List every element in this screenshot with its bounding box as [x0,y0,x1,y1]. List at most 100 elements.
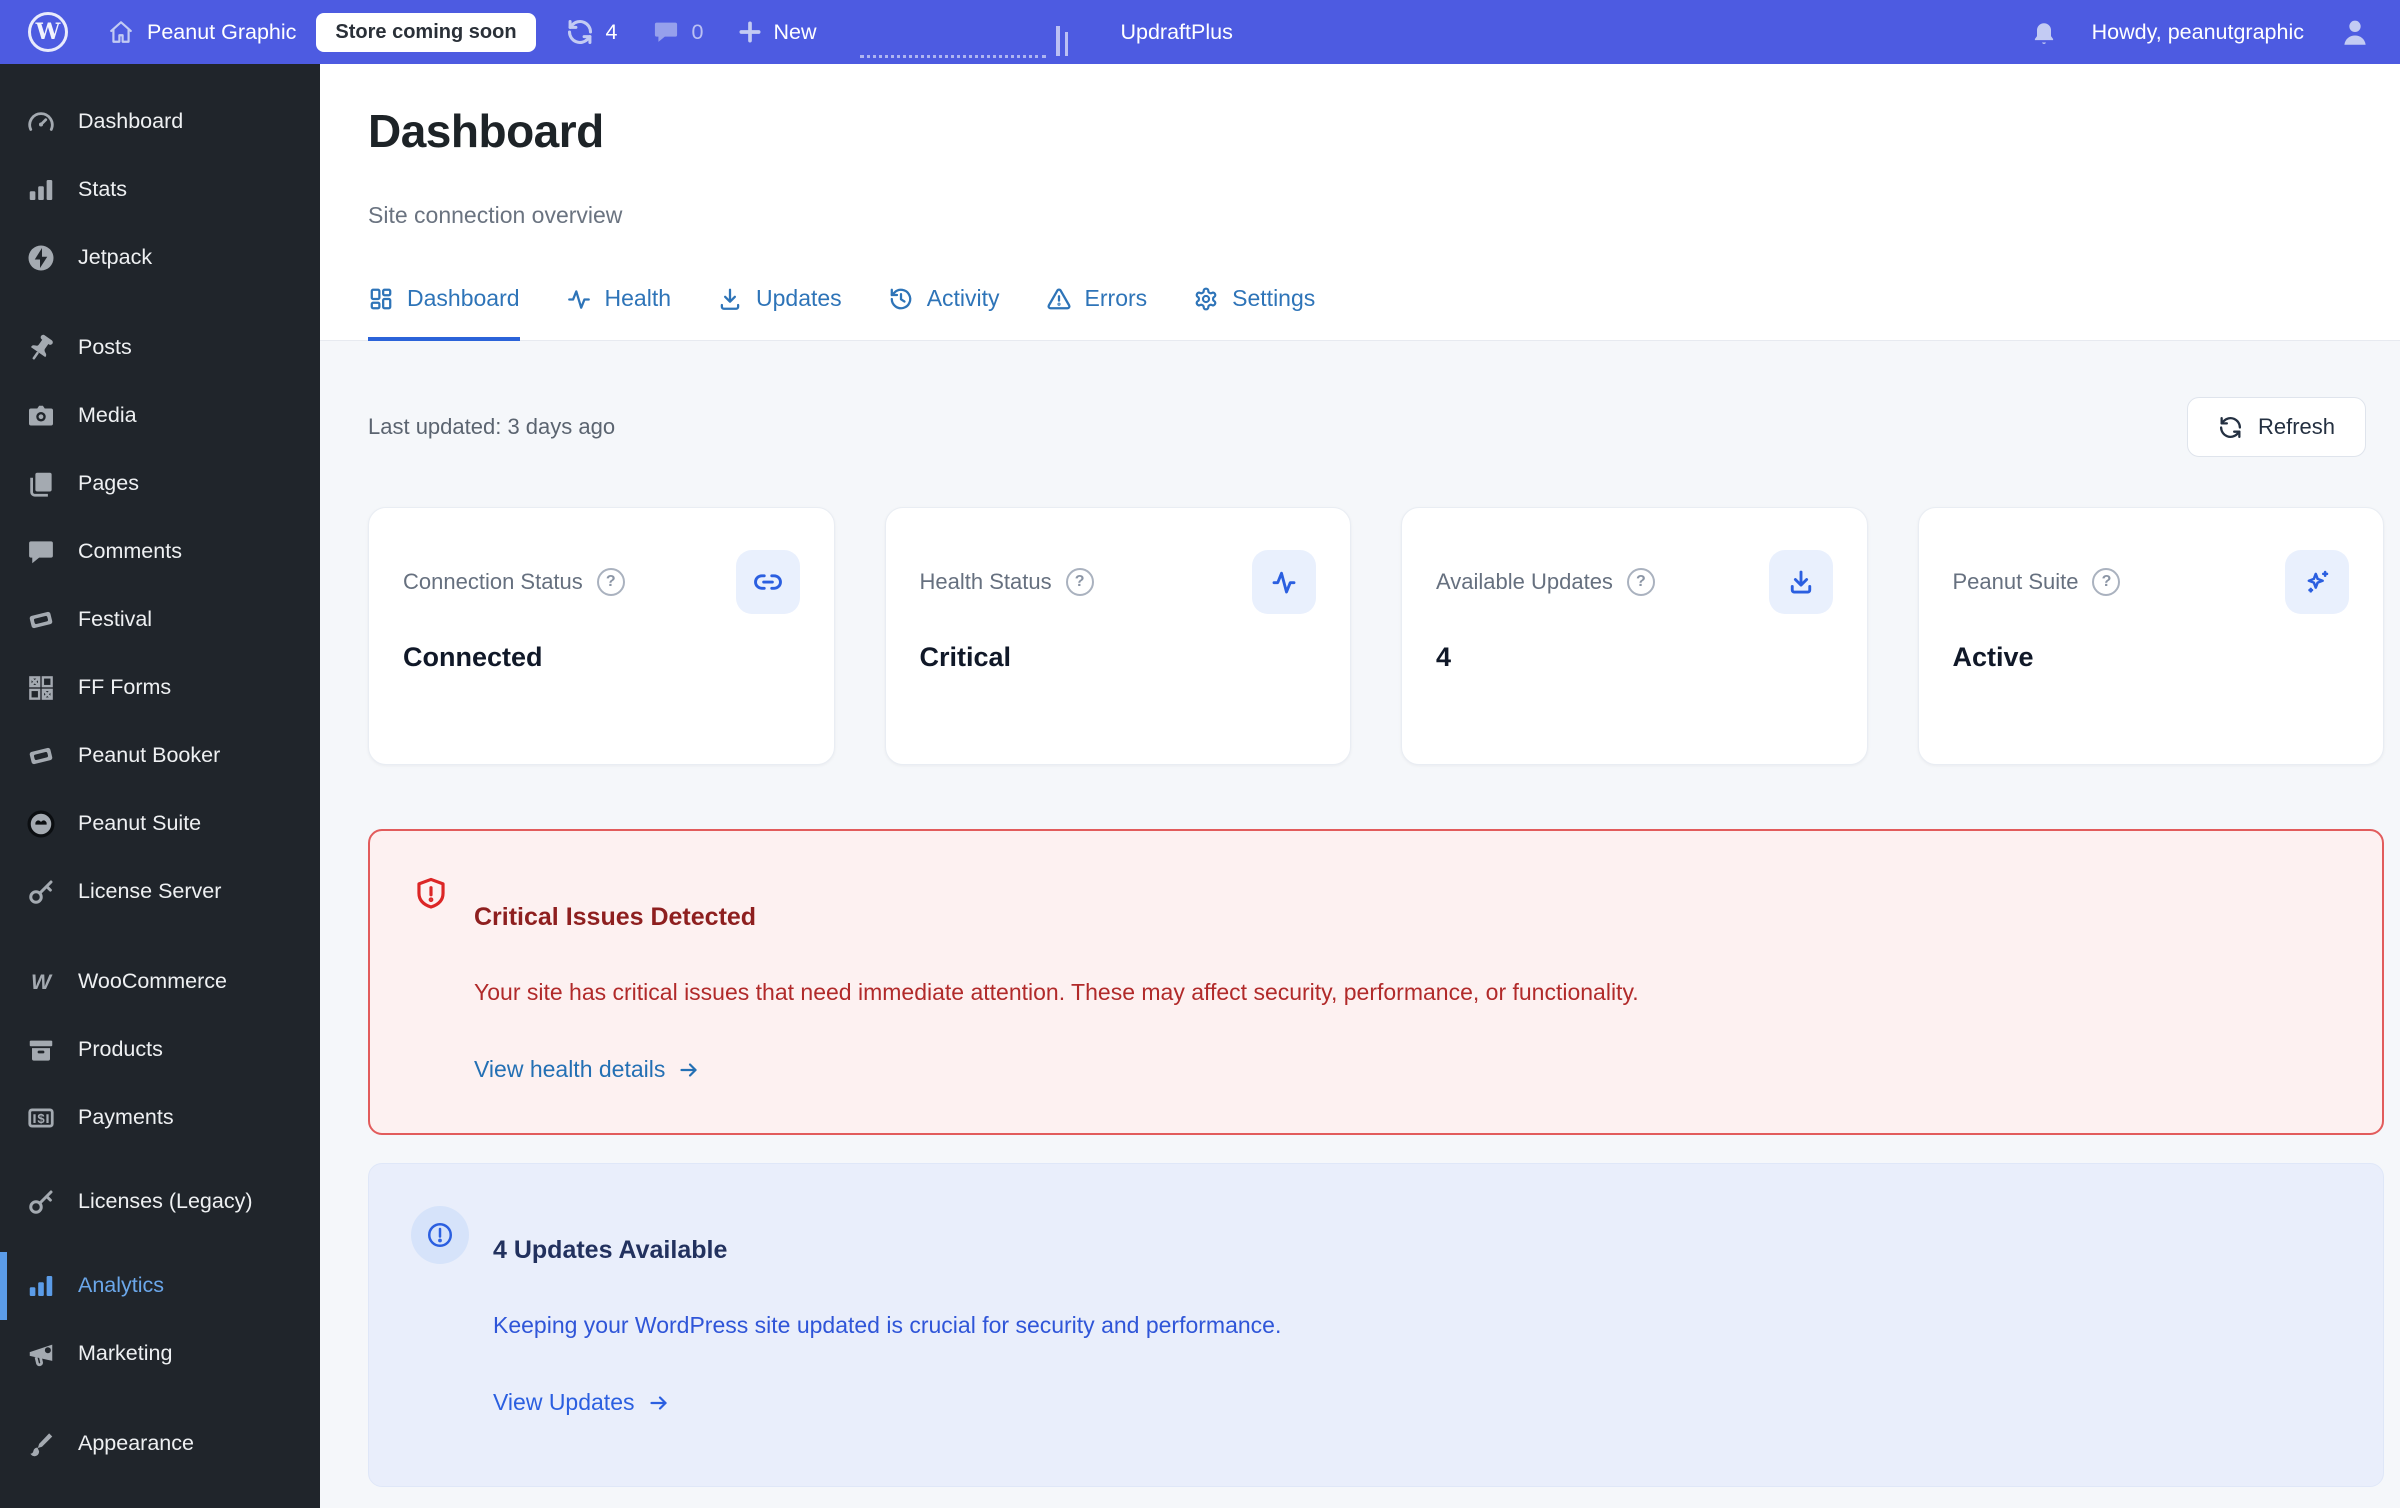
forms-grid-icon [24,673,58,703]
home-icon [108,19,134,45]
last-updated-text: Last updated: 3 days ago [368,414,616,439]
help-icon[interactable]: ? [1626,568,1655,596]
bell-icon[interactable] [2030,18,2058,46]
bar-chart-icon [24,175,58,205]
card-peanut-suite: Peanut Suite ? Active [1917,507,2384,765]
sidebar-item-jetpack[interactable]: Jetpack [0,224,320,292]
tab-activity[interactable]: Activity [888,285,1000,341]
help-icon[interactable]: ? [596,568,625,596]
sidebar-item-label: Appearance [78,1431,194,1456]
sidebar-item-ff-forms[interactable]: FF Forms [0,654,320,722]
help-icon[interactable]: ? [2092,568,2121,596]
stat-cards-row: Connection Status ? Connected Health Sta… [368,507,2384,765]
warning-triangle-icon [1046,286,1072,312]
card-title: Available Updates [1436,569,1613,594]
dollar-glyph: $ [37,1111,45,1126]
sidebar-item-label: Products [78,1037,163,1062]
download-icon [1768,550,1833,614]
card-available-updates: Available Updates ? 4 [1401,507,1868,765]
tab-settings[interactable]: Settings [1193,285,1315,341]
refresh-label: Refresh [2257,414,2335,439]
sidebar-item-festival[interactable]: Festival [0,586,320,654]
refresh-button[interactable]: Refresh [2186,397,2366,457]
sidebar-item-stats[interactable]: Stats [0,156,320,224]
update-arrows-icon [566,18,594,46]
sidebar-item-dashboard[interactable]: Dashboard [0,88,320,156]
tab-label: Updates [756,285,842,311]
tab-health[interactable]: Health [566,285,671,341]
admin-bar: W Peanut Graphic Store coming soon 4 0 N… [0,0,2400,64]
pushpin-icon [24,333,58,363]
sidebar-item-comments[interactable]: Comments [0,518,320,586]
comments-count-link[interactable]: 0 [652,18,704,46]
sidebar-item-label: Jetpack [78,245,153,270]
link-icon [735,550,800,614]
avatar[interactable] [2338,15,2372,49]
refresh-icon [2218,415,2243,440]
sidebar-item-peanut-suite[interactable]: Peanut Suite [0,790,320,858]
card-value: Connected [403,642,543,672]
alert-title: 4 Updates Available [493,1236,728,1265]
tab-label: Health [604,285,672,311]
sidebar-item-label: Licenses (Legacy) [78,1189,253,1214]
sidebar-item-analytics[interactable]: Analytics [0,1252,320,1320]
tab-dashboard[interactable]: Dashboard [368,285,520,341]
dashboard-content: Last updated: 3 days ago Refresh Connect… [320,341,2400,1508]
sidebar-item-label: Peanut Suite [78,811,202,836]
card-title: Connection Status [403,569,583,594]
alert-title: Critical Issues Detected [474,903,757,931]
wordpress-logo-icon[interactable]: W [28,12,68,52]
megaphone-icon [24,1339,58,1369]
sidebar-item-marketing[interactable]: Marketing [0,1320,320,1388]
alert-body: Keeping your WordPress site updated is c… [493,1312,1282,1339]
tab-updates[interactable]: Updates [717,285,842,341]
view-health-details-link[interactable]: View health details [474,1056,701,1083]
comments-count: 0 [691,19,704,44]
card-title: Health Status [919,569,1052,594]
sidebar-item-products[interactable]: Products [0,1016,320,1084]
new-content-link[interactable]: New [737,19,816,45]
sidebar-item-label: Pages [78,471,139,496]
sidebar-item-media[interactable]: Media [0,382,320,450]
main-content: Dashboard Site connection overview Dashb… [320,64,2400,1508]
help-icon[interactable]: ? [1065,568,1094,596]
plus-icon [737,19,763,45]
updates-count: 4 [605,19,618,44]
sidebar-item-label: Payments [78,1105,174,1130]
site-name-link[interactable]: Peanut Graphic [108,19,296,45]
sidebar-item-woocommerce[interactable]: W WooCommerce [0,948,320,1016]
ticket-icon [24,605,58,635]
pages-icon [24,469,58,499]
tab-errors[interactable]: Errors [1046,285,1148,341]
sidebar-item-posts[interactable]: Posts [0,314,320,382]
grid-icon [368,286,394,312]
sidebar-item-label: Comments [78,539,182,564]
tab-label: Dashboard [407,285,520,311]
sidebar-item-payments[interactable]: $ Payments [0,1084,320,1152]
sidebar-item-label: Media [78,403,137,428]
sidebar-item-pages[interactable]: Pages [0,450,320,518]
sidebar-item-label: Analytics [78,1273,165,1298]
store-coming-soon-badge[interactable]: Store coming soon [316,12,536,52]
gear-icon [1193,286,1219,312]
sidebar-item-label: FF Forms [78,675,172,700]
sidebar-item-licenses-legacy[interactable]: Licenses (Legacy) [0,1152,320,1252]
tab-bar: Dashboard Health Updates Activity Errors [368,285,2352,341]
activity-icon [1252,550,1316,614]
page-subtitle: Site connection overview [368,202,623,228]
dotted-divider [860,18,1047,58]
sidebar-item-license-server[interactable]: License Server [0,858,320,926]
updraftplus-menu-item[interactable]: UpdraftPlus [1120,20,1232,45]
sidebar-item-appearance[interactable]: Appearance [0,1410,320,1478]
sidebar-item-label: Marketing [78,1341,173,1366]
view-updates-link[interactable]: View Updates [493,1389,671,1416]
card-title: Peanut Suite [1952,569,2079,594]
comment-bubble-icon [652,18,680,46]
box-icon [24,1035,58,1065]
updates-count-link[interactable]: 4 [566,18,618,46]
sidebar-item-label: Stats [78,177,127,202]
sidebar-item-peanut-booker[interactable]: Peanut Booker [0,722,320,790]
howdy-account-link[interactable]: Howdy, peanutgraphic [2092,20,2304,45]
tab-label: Errors [1084,285,1148,311]
sidebar-item-label: License Server [78,879,222,904]
